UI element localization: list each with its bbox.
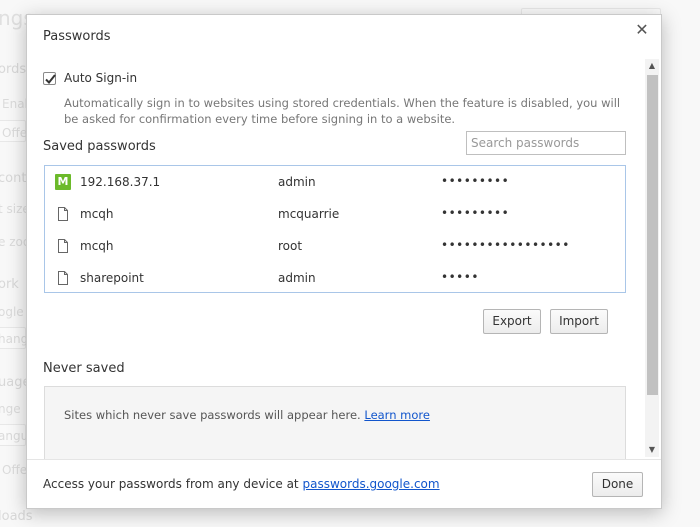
search-passwords-input[interactable]: [466, 131, 626, 155]
password-username: mcquarrie: [278, 207, 340, 221]
password-site: mcqh: [80, 239, 114, 253]
import-button[interactable]: Import: [550, 309, 608, 334]
footer-divider: [27, 459, 661, 460]
never-saved-box: Sites which never save passwords will ap…: [44, 386, 626, 459]
password-row[interactable]: mcqh mcquarrie •••••••••: [45, 198, 625, 230]
never-saved-empty-text: Sites which never save passwords will ap…: [64, 408, 430, 422]
scroll-down-icon[interactable]: ▼: [645, 443, 659, 457]
scroll-up-icon[interactable]: ▲: [645, 59, 659, 73]
password-username: root: [278, 239, 303, 253]
password-row[interactable]: M 192.168.37.1 admin •••••••••: [45, 166, 625, 198]
password-row[interactable]: mcqh root •••••••••••••••••: [45, 230, 625, 262]
favicon-m-icon: M: [55, 174, 71, 190]
auto-signin-description: Automatically sign in to websites using …: [64, 96, 621, 126]
page-icon: [58, 239, 68, 253]
password-site: 192.168.37.1: [80, 175, 161, 189]
password-masked: •••••••••: [441, 174, 510, 188]
password-masked: •••••: [441, 270, 479, 284]
passwords-dialog: Passwords ✕ Auto Sign-in Automatically s…: [26, 14, 662, 509]
saved-passwords-list[interactable]: M 192.168.37.1 admin ••••••••• mcqh mcqu…: [44, 165, 626, 293]
password-masked: •••••••••: [441, 206, 510, 220]
auto-signin-row: Auto Sign-in: [43, 71, 137, 85]
dialog-content: Auto Sign-in Automatically sign in to we…: [27, 59, 645, 459]
dialog-scrollbar[interactable]: ▲ ▼: [645, 59, 659, 457]
passwords-google-link[interactable]: passwords.google.com: [302, 477, 439, 491]
footer-message: Access your passwords from any device at: [43, 477, 299, 491]
password-site: sharepoint: [80, 271, 144, 285]
never-saved-message: Sites which never save passwords will ap…: [64, 408, 361, 422]
learn-more-link[interactable]: Learn more: [364, 408, 430, 422]
export-button[interactable]: Export: [483, 309, 541, 334]
dialog-title: Passwords: [43, 29, 111, 44]
password-username: admin: [278, 175, 316, 189]
saved-passwords-title: Saved passwords: [43, 139, 156, 154]
scroll-thumb[interactable]: [647, 75, 658, 395]
done-button[interactable]: Done: [592, 472, 643, 497]
footer-text: Access your passwords from any device at…: [43, 477, 440, 491]
auto-signin-checkbox[interactable]: [43, 71, 56, 85]
never-saved-title: Never saved: [43, 361, 125, 376]
page-icon: [58, 271, 68, 285]
checkmark-icon: [45, 73, 56, 84]
password-site: mcqh: [80, 207, 114, 221]
close-icon[interactable]: ✕: [633, 21, 651, 39]
password-masked: •••••••••••••••••: [441, 238, 570, 252]
password-username: admin: [278, 271, 316, 285]
auto-signin-label: Auto Sign-in: [64, 71, 138, 85]
password-row[interactable]: sharepoint admin •••••: [45, 262, 625, 294]
page-icon: [58, 207, 68, 221]
